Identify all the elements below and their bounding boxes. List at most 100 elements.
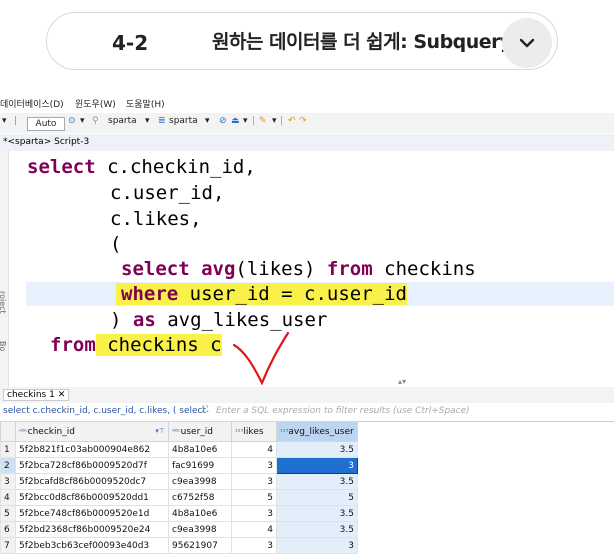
filter-icon[interactable]: ⛶ [202,405,208,415]
code-text: c.user_id, [110,182,225,204]
dropdown-arrow-icon[interactable]: ▾ [2,116,7,126]
cell-likes[interactable]: 4 [231,521,277,538]
code-line-4: ( [110,232,121,256]
row-number: 5 [0,505,16,522]
cell-likes[interactable]: 3 [231,473,277,490]
dropdown-arrow-icon-3[interactable]: ▾ [145,116,150,126]
string-type-icon: ᴬᴮᶜ [19,427,28,436]
cell-checkin-id[interactable]: 5f2bca728cf86b0009520d7f [15,457,169,474]
column-label: avg_likes_user [288,426,354,437]
cell-likes[interactable]: 3 [231,457,277,474]
results-grid: ᴬᴮᶜcheckin_id ▾⊤ ᴬᴮᶜuser_id ¹²³likes ¹²³… [0,421,605,554]
row-number: 6 [0,521,16,538]
cell-user-id[interactable]: c9ea3998 [168,521,232,538]
menubar: 데이터베이스(D) 윈도우(W) 도움말(H) [0,94,614,112]
edit-icon[interactable]: ✎ [259,116,267,126]
results-tab-label: checkins 1 [7,390,55,400]
selected-cell-avg-likes-user[interactable]: 3 [276,457,358,474]
cell-checkin-id[interactable]: 5f2bcafd8cf86b0009520dc7 [15,473,169,490]
table-row[interactable]: 7 5f2beb3cb63cef00093e40d3 95621907 3 3 [0,537,605,554]
row-number: 1 [0,441,16,458]
resize-arrows-icon[interactable]: ▴▾ [398,377,406,386]
cell-checkin-id[interactable]: 5f2bcc0d8cf86b0009520dd1 [15,489,169,506]
cell-likes[interactable]: 5 [231,489,277,506]
table-row-selected[interactable]: 2 5f2bca728cf86b0009520d7f fac91699 3 3 [0,457,605,474]
table-row[interactable]: 5 5f2bce748cf86b0009520e1d 4b8a10e6 3 3.5 [0,505,605,522]
code-line-3: c.likes, [110,207,202,231]
dropdown-arrow-icon-2[interactable]: ▾ [80,116,85,126]
cell-checkin-id[interactable]: 5f2bce748cf86b0009520e1d [15,505,169,522]
sort-filter-icon[interactable]: ▾⊤ [155,427,165,435]
column-label: user_id [180,426,213,437]
menu-database[interactable]: 데이터베이스(D) [0,97,64,110]
code-line-8: from checkins c [50,333,222,357]
menu-window[interactable]: 윈도우(W) [75,97,116,110]
toolbar: ▾ | Auto ⊙ ▾ ⚲ sparta ▾ ≣ sparta ▾ ⊘ ⏏ ▾… [0,113,614,133]
cell-avg-likes-user[interactable]: 3 [276,537,358,554]
cell-user-id[interactable]: c6752f58 [168,489,232,506]
annotation-checkmark-icon [232,331,290,386]
cell-avg-likes-user[interactable]: 5 [276,489,358,506]
row-number: 4 [0,489,16,506]
table-row[interactable]: 1 5f2b821f1c03ab000904e862 4b8a10e6 4 3.5 [0,441,605,458]
dropdown-arrow-icon-5[interactable]: ▾ [243,116,248,126]
column-header-checkin-id[interactable]: ᴬᴮᶜcheckin_id ▾⊤ [15,421,169,442]
cell-user-id[interactable]: 4b8a10e6 [168,441,232,458]
row-filler [358,474,605,490]
cell-likes[interactable]: 4 [231,441,277,458]
cell-user-id[interactable]: 4b8a10e6 [168,505,232,522]
cell-likes[interactable]: 3 [231,505,277,522]
refresh-icon[interactable]: ⊘ [219,116,227,126]
menu-help[interactable]: 도움말(H) [126,97,165,110]
cell-user-id[interactable]: fac91699 [168,457,232,474]
code-text-highlighted: checkins c [95,334,222,356]
column-header-user-id[interactable]: ᴬᴮᶜuser_id [168,421,232,442]
code-line-6: where user_id = c.user_id [116,282,407,306]
column-label: likes [243,426,264,437]
results-tabbar: checkins 1 ✕ [0,387,614,404]
back-icon[interactable]: ↶ [288,116,296,126]
row-filler [358,538,605,554]
transaction-icon[interactable]: ⏏ [231,116,240,126]
table-row[interactable]: 3 5f2bcafd8cf86b0009520dc7 c9ea3998 3 3.5 [0,473,605,490]
expand-button[interactable] [502,18,552,68]
cell-avg-likes-user[interactable]: 3.5 [276,473,358,490]
keyword-select: select [27,156,96,178]
results-tab[interactable]: checkins 1 ✕ [3,389,70,401]
close-icon[interactable]: ✕ [58,390,66,400]
column-header-likes[interactable]: ¹²³likes [231,421,277,442]
keyword-as: as [132,309,156,331]
cell-avg-likes-user[interactable]: 3.5 [276,505,358,522]
script-tab[interactable]: *<sparta> Script-3 [3,137,89,147]
schema-label[interactable]: sparta [169,116,198,126]
sql-editor[interactable]: roject Bo select c.checkin_id, c.user_id… [0,151,614,387]
filter-input[interactable]: Enter a SQL expression to filter results… [216,406,470,416]
dropdown-arrow-icon-4[interactable]: ▾ [205,116,210,126]
chevron-down-icon [519,38,535,48]
table-row[interactable]: 4 5f2bcc0d8cf86b0009520dd1 c6752f58 5 5 [0,489,605,506]
clock-icon[interactable]: ⊙ [68,116,76,126]
cell-likes[interactable]: 3 [231,537,277,554]
transaction-mode-select[interactable]: Auto [27,117,65,131]
cell-user-id[interactable]: 95621907 [168,537,232,554]
cell-checkin-id[interactable]: 5f2b821f1c03ab000904e862 [15,441,169,458]
cell-avg-likes-user[interactable]: 3.5 [276,521,358,538]
editor-tabbar: *<sparta> Script-3 [0,134,614,152]
cell-checkin-id[interactable]: 5f2bd2368cf86b0009520e24 [15,521,169,538]
datasource-label[interactable]: sparta [108,116,137,126]
string-type-icon: ᴬᴮᶜ [172,427,181,436]
code-text: (likes) [235,258,327,280]
cell-avg-likes-user[interactable]: 3.5 [276,441,358,458]
dropdown-arrow-icon-6[interactable]: ▾ [272,116,277,126]
lesson-title: 원하는 데이터를 더 쉽게: Subquery [212,31,512,53]
code-text: checkins [372,258,476,280]
column-label: checkin_id [27,426,75,437]
editor-gutter [0,151,9,387]
forward-icon[interactable]: ↷ [299,116,307,126]
plug-icon[interactable]: ⚲ [92,116,99,126]
cell-checkin-id[interactable]: 5f2beb3cb63cef00093e40d3 [15,537,169,554]
table-row[interactable]: 6 5f2bd2368cf86b0009520e24 c9ea3998 4 3.5 [0,521,605,538]
cell-user-id[interactable]: c9ea3998 [168,473,232,490]
column-header-avg-likes-user[interactable]: ¹²³avg_likes_user [276,421,358,442]
filter-bar: select c.checkin_id, c.user_id, c.likes,… [0,403,614,422]
